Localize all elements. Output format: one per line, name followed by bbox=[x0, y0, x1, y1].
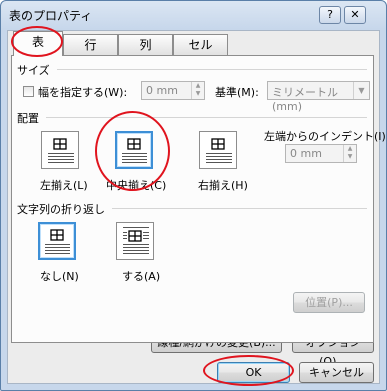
position-button[interactable]: 位置(P)... bbox=[293, 292, 365, 313]
align-right-option[interactable] bbox=[199, 131, 237, 169]
table-properties-dialog: 表のプロパティ ? ✕ 表 行 列 セル サイズ 幅を指定する(W): 0 mm… bbox=[0, 0, 387, 391]
tab-column[interactable]: 列 bbox=[118, 34, 173, 55]
align-center-option[interactable] bbox=[115, 131, 153, 169]
size-group-label: サイズ bbox=[17, 64, 50, 77]
spin-up-icon: ▲ bbox=[195, 82, 201, 89]
width-spinner[interactable]: 0 mm ▲ ▼ bbox=[141, 81, 205, 100]
align-right-label: 右揃え(H) bbox=[198, 179, 248, 192]
chevron-down-icon: ▼ bbox=[353, 82, 369, 99]
help-button[interactable]: ? bbox=[319, 6, 341, 24]
wrap-none-icon bbox=[45, 229, 70, 254]
cancel-button[interactable]: キャンセル bbox=[299, 362, 374, 383]
basis-label: 基準(M): bbox=[215, 86, 259, 99]
align-left-option[interactable] bbox=[41, 131, 79, 169]
alignment-divider bbox=[46, 117, 367, 118]
wrapping-group-label: 文字列の折り返し bbox=[17, 203, 105, 216]
tab-cell[interactable]: セル bbox=[173, 34, 228, 55]
wrap-around-label: する(A) bbox=[122, 270, 161, 283]
align-left-label: 左揃え(L) bbox=[40, 179, 88, 192]
width-value: 0 mm bbox=[146, 84, 178, 97]
align-right-icon bbox=[206, 138, 232, 163]
basis-select[interactable]: ミリメートル (mm) ▼ bbox=[267, 81, 370, 113]
title-bar[interactable]: 表のプロパティ ? ✕ bbox=[1, 1, 386, 29]
width-checkbox-label: 幅を指定する(W): bbox=[38, 86, 128, 99]
wrapping-divider bbox=[112, 208, 367, 209]
indent-spinner[interactable]: 0 mm ▲ ▼ bbox=[285, 144, 357, 163]
tab-row[interactable]: 行 bbox=[63, 34, 118, 55]
wrap-around-icon bbox=[123, 227, 149, 254]
align-left-icon bbox=[48, 138, 74, 163]
close-icon: ✕ bbox=[350, 8, 360, 21]
size-divider bbox=[57, 69, 367, 70]
spinner-arrows[interactable]: ▲ ▼ bbox=[343, 145, 356, 162]
wrap-around-option[interactable] bbox=[116, 222, 154, 260]
align-center-label: 中央揃え(C) bbox=[106, 179, 167, 192]
close-button[interactable]: ✕ bbox=[344, 6, 366, 24]
width-checkbox[interactable] bbox=[23, 86, 34, 97]
align-center-icon bbox=[122, 138, 147, 163]
dialog-client: 表 行 列 セル サイズ 幅を指定する(W): 0 mm ▲ ▼ 基準(M): ミ… bbox=[7, 30, 387, 384]
dialog-title: 表のプロパティ bbox=[9, 9, 93, 23]
tab-table[interactable]: 表 bbox=[13, 31, 63, 56]
ok-button[interactable]: OK bbox=[217, 362, 290, 383]
spin-down-icon: ▼ bbox=[347, 153, 353, 160]
spin-up-icon: ▲ bbox=[347, 145, 353, 152]
alignment-group-label: 配置 bbox=[17, 112, 39, 125]
spinner-arrows[interactable]: ▲ ▼ bbox=[191, 82, 204, 99]
tab-panel-table: サイズ 幅を指定する(W): 0 mm ▲ ▼ 基準(M): ミリメートル (mm… bbox=[11, 55, 387, 343]
wrap-none-label: なし(N) bbox=[40, 270, 79, 283]
indent-value: 0 mm bbox=[290, 147, 322, 160]
spin-down-icon: ▼ bbox=[195, 90, 201, 97]
indent-label: 左端からのインデント(I): bbox=[264, 130, 387, 143]
wrap-none-option[interactable] bbox=[38, 222, 76, 260]
